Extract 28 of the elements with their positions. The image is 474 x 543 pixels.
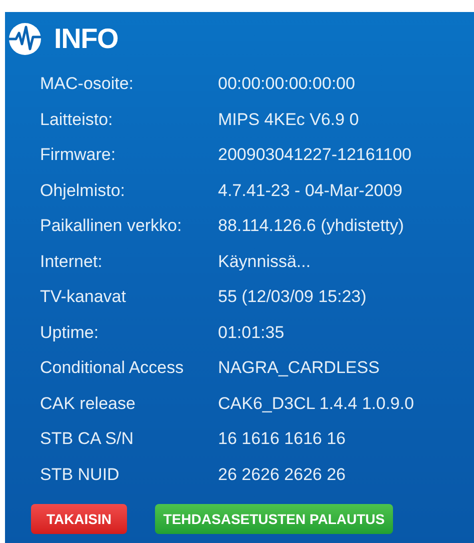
info-value: CAK6_D3CL 1.4.4 1.0.9.0 (218, 392, 414, 414)
heartbeat-icon (8, 22, 42, 56)
info-label: CAK release (39, 392, 136, 414)
back-button[interactable]: TAKAISIN (31, 504, 127, 534)
info-label: Conditional Access (39, 357, 185, 379)
info-label: Ohjelmisto: (39, 180, 126, 202)
info-label: Internet: (39, 250, 104, 272)
info-value: 4.7.41-23 - 04-Mar-2009 (218, 180, 402, 202)
info-value: 00:00:00:00:00:00 (218, 73, 356, 95)
info-value: 26 2626 2626 26 (218, 464, 346, 486)
reset-button[interactable]: TEHDASASETUSTEN PALAUTUS (155, 504, 393, 534)
info-value: Käynnissä... (218, 250, 311, 272)
info-value: NAGRA_CARDLESS (218, 357, 380, 379)
info-value: 55 (12/03/09 15:23) (218, 286, 366, 308)
info-label: STB NUID (39, 464, 120, 486)
info-value: 200903041227-12161100 (218, 144, 412, 166)
info-label: Paikallinen verkko: (39, 215, 183, 237)
info-value: MIPS 4KEc V6.9 0 (218, 108, 359, 130)
info-label: STB CA S/N (39, 428, 135, 450)
info-label: MAC-osoite: (39, 73, 135, 95)
info-value: 01:01:35 (218, 322, 284, 344)
info-label: TV-kanavat (39, 286, 127, 308)
info-label: Laitteisto: (39, 108, 114, 130)
info-label: Uptime: (39, 322, 100, 344)
info-value: 88.114.126.6 (yhdistetty) (218, 215, 404, 237)
info-value: 16 1616 1616 16 (218, 428, 346, 450)
window-title: INFO (54, 22, 118, 56)
info-label: Firmware: (39, 144, 117, 166)
